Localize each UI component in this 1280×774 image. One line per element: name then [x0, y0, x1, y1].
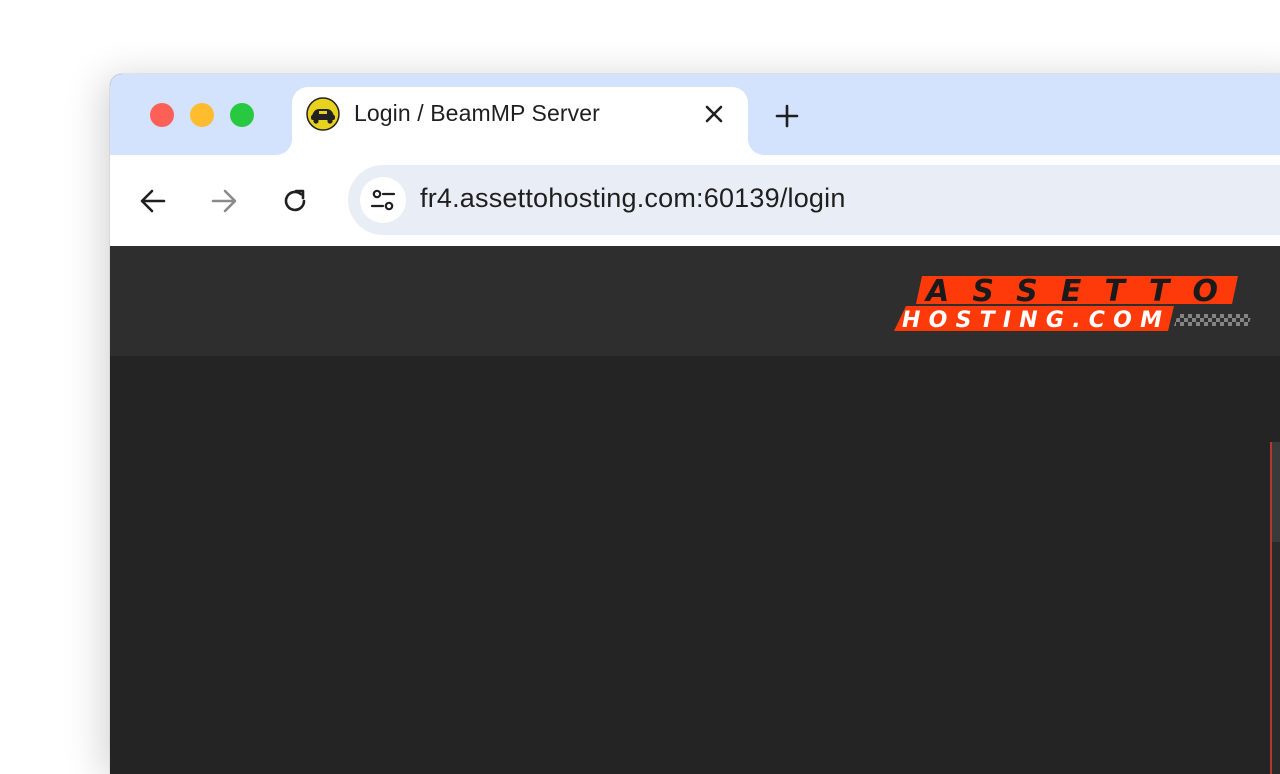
- tab-title: Login / BeamMP Server: [354, 100, 600, 126]
- svg-text:HOSTING.COM: HOSTING.COM: [902, 308, 1164, 333]
- window-zoom-button[interactable]: [230, 103, 254, 127]
- assetto-hosting-logo[interactable]: ASSETTO HOSTING.COM: [892, 274, 1262, 334]
- close-icon[interactable]: [703, 103, 725, 125]
- tab-active[interactable]: Login / BeamMP Server: [292, 87, 748, 157]
- browser-toolbar: fr4.assettohosting.com:60139/login: [110, 155, 1280, 246]
- tune-icon[interactable]: [360, 177, 406, 223]
- reload-icon[interactable]: [279, 185, 311, 217]
- arrow-left-icon[interactable]: [137, 185, 169, 217]
- browser-window: Login / BeamMP Server fr4.assettohosting…: [110, 74, 1280, 774]
- window-minimize-button[interactable]: [190, 103, 214, 127]
- url-text[interactable]: fr4.assettohosting.com:60139/login: [420, 183, 846, 214]
- web-page: ASSETTO HOSTING.COM: [110, 246, 1280, 774]
- login-panel-header-edge: [1272, 442, 1280, 542]
- tab-strip: Login / BeamMP Server: [110, 74, 1280, 157]
- arrow-right-icon[interactable]: [208, 185, 240, 217]
- login-panel-edge: [1270, 442, 1280, 774]
- window-close-button[interactable]: [150, 103, 174, 127]
- address-bar[interactable]: fr4.assettohosting.com:60139/login: [348, 165, 1280, 235]
- plus-icon[interactable]: [774, 103, 800, 129]
- site-header: ASSETTO HOSTING.COM: [110, 246, 1280, 356]
- beammp-favicon-icon: [306, 97, 340, 131]
